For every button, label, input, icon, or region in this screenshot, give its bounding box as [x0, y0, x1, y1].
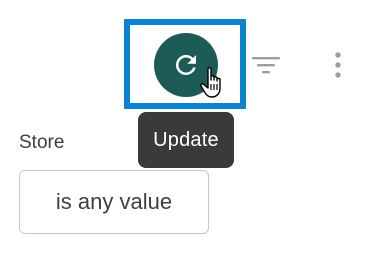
filter-icon[interactable]: [252, 55, 280, 75]
store-filter-value: is any value: [55, 189, 173, 214]
store-filter-dropdown[interactable]: is any value: [19, 170, 209, 234]
refresh-icon: [175, 54, 196, 75]
update-tooltip: Update: [138, 112, 234, 168]
store-filter-label: Store: [19, 132, 65, 153]
filter-panel: Update Store is any value: [0, 0, 375, 265]
hand-pointer-cursor-icon: [200, 67, 221, 98]
more-vert-icon[interactable]: [330, 50, 346, 80]
